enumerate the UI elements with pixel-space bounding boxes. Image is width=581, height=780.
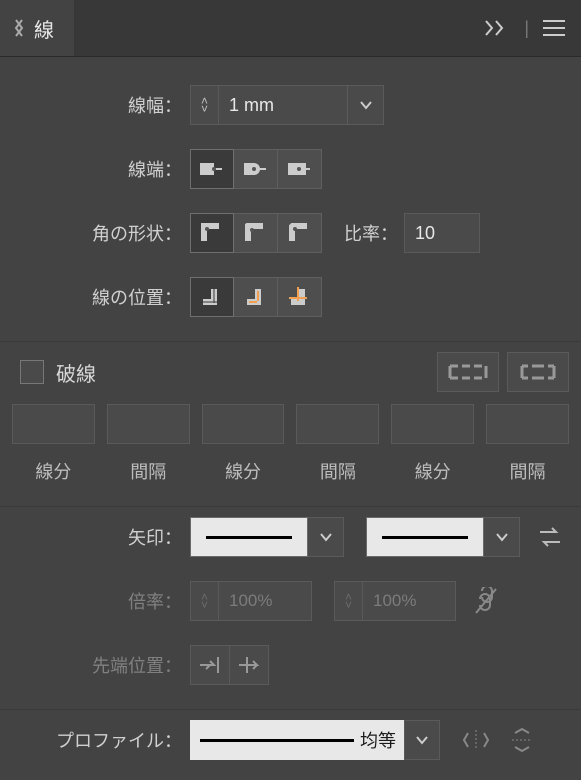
- profile-preview-icon: [200, 739, 354, 742]
- dash-field-3[interactable]: [296, 404, 379, 444]
- dash-field-1[interactable]: [107, 404, 190, 444]
- dash-grid: 線分 間隔 線分 間隔 線分 間隔: [12, 404, 569, 484]
- align-inside-button[interactable]: [234, 277, 278, 317]
- chevron-down-icon: ˅: [201, 601, 208, 609]
- flip-across-button[interactable]: [506, 724, 538, 756]
- dash-align-button[interactable]: [507, 352, 569, 392]
- join-round-button[interactable]: [234, 213, 278, 253]
- dash-label-1: 間隔: [130, 458, 166, 484]
- join-bevel-button[interactable]: [278, 213, 322, 253]
- dashed-checkbox[interactable]: [20, 360, 44, 384]
- dash-field-2[interactable]: [202, 404, 285, 444]
- arrow-end-dropdown[interactable]: [484, 517, 520, 557]
- cap-round-button[interactable]: [234, 149, 278, 189]
- arrow-start-select[interactable]: [190, 517, 308, 557]
- stroke-cap-label: 線端：: [12, 156, 190, 182]
- join-miter-button[interactable]: [190, 213, 234, 253]
- arrow-scale-label: 倍率：: [12, 588, 190, 614]
- stroke-width-label: 線幅：: [12, 92, 190, 118]
- profile-select[interactable]: 均等: [190, 720, 404, 760]
- arrow-scale-end-input: [362, 581, 456, 621]
- stroke-panel-tab[interactable]: 線: [0, 0, 74, 56]
- align-outside-button[interactable]: [278, 277, 322, 317]
- profile-label: プロファイル：: [12, 727, 190, 753]
- stroke-width-stepper[interactable]: ˄ ˅: [190, 85, 218, 125]
- separator: |: [524, 18, 529, 39]
- cap-butt-button[interactable]: [190, 149, 234, 189]
- stroke-width-input[interactable]: [218, 85, 348, 125]
- collapse-panel-button[interactable]: [484, 18, 510, 38]
- stroke-align-label: 線の位置：: [12, 284, 190, 310]
- dash-preserve-button[interactable]: [437, 352, 499, 392]
- dash-field-5[interactable]: [486, 404, 569, 444]
- align-center-button[interactable]: [190, 277, 234, 317]
- arrow-scale-start-input: [218, 581, 312, 621]
- profile-dropdown[interactable]: [404, 720, 440, 760]
- tip-extend-button[interactable]: [190, 645, 230, 685]
- dash-label-2: 線分: [225, 458, 261, 484]
- chevron-down-icon: ˅: [201, 105, 208, 113]
- chevron-down-icon: ˅: [345, 601, 352, 609]
- link-scale-icon[interactable]: [470, 581, 502, 621]
- arrow-scale-end-stepper[interactable]: ˄ ˅: [334, 581, 362, 621]
- cap-projecting-button[interactable]: [278, 149, 322, 189]
- panel-tab-bar: 線 |: [0, 0, 581, 57]
- dash-field-0[interactable]: [12, 404, 95, 444]
- arrows-label: 矢印：: [12, 524, 190, 550]
- dash-label-3: 間隔: [320, 458, 356, 484]
- tip-at-end-button[interactable]: [229, 645, 269, 685]
- arrow-end-select[interactable]: [366, 517, 484, 557]
- panel-menu-button[interactable]: [543, 19, 565, 37]
- dash-field-4[interactable]: [391, 404, 474, 444]
- dash-label-5: 間隔: [510, 458, 546, 484]
- flip-along-button[interactable]: [460, 724, 492, 756]
- stroke-panel-icon: [12, 16, 26, 40]
- dashed-label: 破線: [56, 358, 96, 387]
- dash-label-4: 線分: [415, 458, 451, 484]
- arrow-scale-start-stepper[interactable]: ˄ ˅: [190, 581, 218, 621]
- arrow-tip-label: 先端位置：: [12, 652, 190, 678]
- tab-label: 線: [34, 14, 54, 43]
- arrow-start-dropdown[interactable]: [308, 517, 344, 557]
- dash-label-0: 線分: [35, 458, 71, 484]
- stroke-join-label: 角の形状：: [12, 220, 190, 246]
- swap-arrows-button[interactable]: [534, 521, 566, 553]
- panel-content: 線幅： ˄ ˅ 線端：: [0, 57, 581, 780]
- stroke-width-dropdown[interactable]: [348, 85, 384, 125]
- miter-ratio-input[interactable]: [404, 213, 480, 253]
- miter-ratio-label: 比率：: [344, 220, 398, 246]
- profile-name: 均等: [360, 727, 404, 753]
